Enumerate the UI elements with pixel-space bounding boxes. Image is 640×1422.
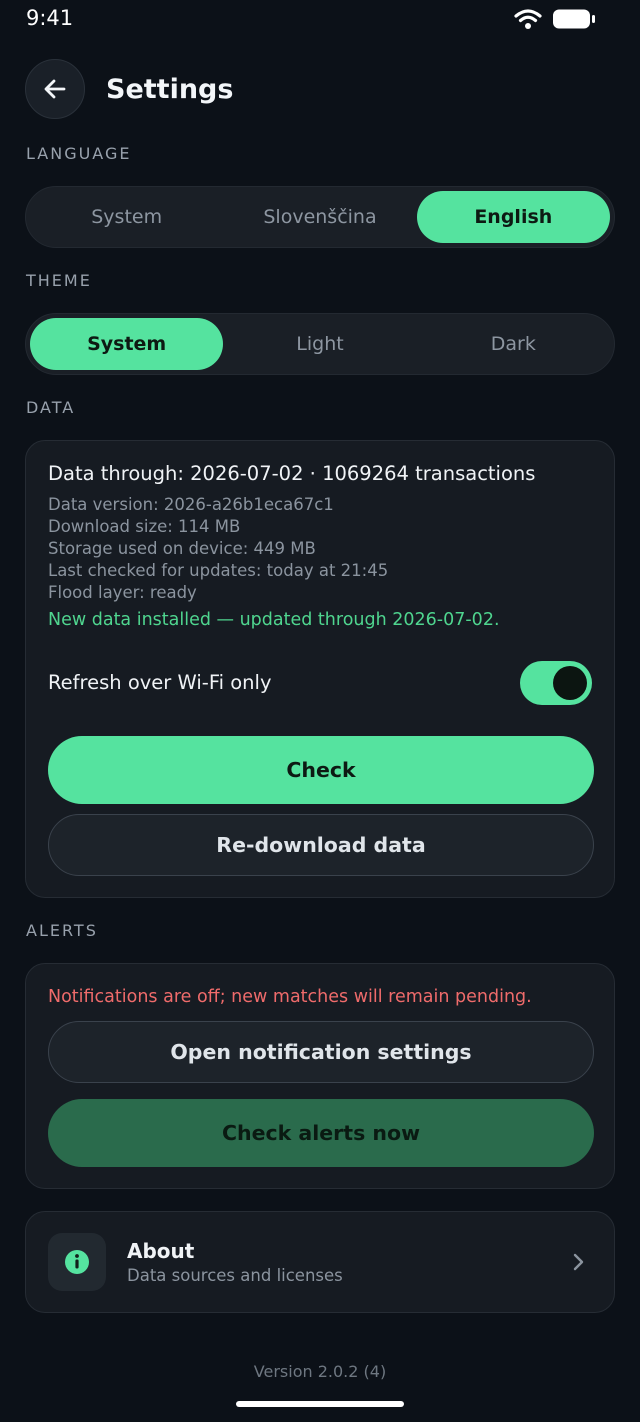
language-option-slovenscina[interactable]: Slovenščina bbox=[223, 191, 416, 243]
language-option-english[interactable]: English bbox=[416, 191, 610, 243]
theme-selector: System Light Dark bbox=[25, 313, 615, 375]
wifi-only-label: Refresh over Wi-Fi only bbox=[48, 671, 272, 694]
app-version: Version 2.0.2 (4) bbox=[253, 1362, 387, 1381]
status-icons bbox=[514, 8, 596, 34]
home-indicator[interactable] bbox=[236, 1401, 404, 1407]
status-bar: 9:41 bbox=[0, 0, 640, 40]
data-card: Data through: 2026-07-02 · 1069264 trans… bbox=[25, 440, 615, 898]
theme-option-light[interactable]: Light bbox=[223, 318, 416, 370]
redownload-button[interactable]: Re-download data bbox=[48, 814, 594, 876]
page-title: Settings bbox=[106, 73, 234, 105]
info-icon bbox=[65, 1250, 89, 1274]
theme-option-dark[interactable]: Dark bbox=[417, 318, 610, 370]
header: Settings bbox=[25, 59, 233, 119]
toggle-knob bbox=[553, 666, 587, 700]
data-headline: Data through: 2026-07-02 · 1069264 trans… bbox=[48, 462, 536, 485]
language-selector: System Slovenščina English bbox=[25, 186, 615, 248]
battery-icon bbox=[552, 8, 596, 34]
alerts-card: Notifications are off; new matches will … bbox=[25, 963, 615, 1189]
check-button[interactable]: Check bbox=[48, 736, 594, 804]
last-checked: Last checked for updates: today at 21:45 bbox=[48, 561, 389, 580]
theme-section-label: THEME bbox=[26, 271, 92, 290]
about-title: About bbox=[127, 1239, 195, 1263]
language-option-system[interactable]: System bbox=[30, 191, 223, 243]
about-row[interactable]: About Data sources and licenses bbox=[25, 1211, 615, 1313]
check-alerts-now-button[interactable]: Check alerts now bbox=[48, 1099, 594, 1167]
update-success-message: New data installed — updated through 202… bbox=[48, 610, 500, 630]
open-notification-settings-button[interactable]: Open notification settings bbox=[48, 1021, 594, 1083]
about-icon-container bbox=[48, 1233, 106, 1291]
status-time: 9:41 bbox=[26, 6, 74, 30]
data-version: Data version: 2026-a26b1eca67c1 bbox=[48, 495, 334, 514]
download-size: Download size: 114 MB bbox=[48, 517, 241, 536]
theme-option-system[interactable]: System bbox=[30, 318, 224, 370]
language-section-label: LANGUAGE bbox=[26, 144, 132, 163]
arrow-left-icon bbox=[44, 79, 66, 99]
about-subtitle: Data sources and licenses bbox=[127, 1266, 343, 1285]
alerts-section-label: ALERTS bbox=[26, 921, 98, 940]
wifi-only-toggle[interactable] bbox=[520, 661, 592, 705]
data-section-label: DATA bbox=[26, 398, 76, 417]
chevron-right-icon bbox=[573, 1253, 584, 1271]
storage-used: Storage used on device: 449 MB bbox=[48, 539, 316, 558]
back-button[interactable] bbox=[25, 59, 85, 119]
notifications-off-warning: Notifications are off; new matches will … bbox=[48, 987, 532, 1007]
flood-layer-status: Flood layer: ready bbox=[48, 583, 197, 602]
wifi-icon bbox=[514, 8, 542, 34]
